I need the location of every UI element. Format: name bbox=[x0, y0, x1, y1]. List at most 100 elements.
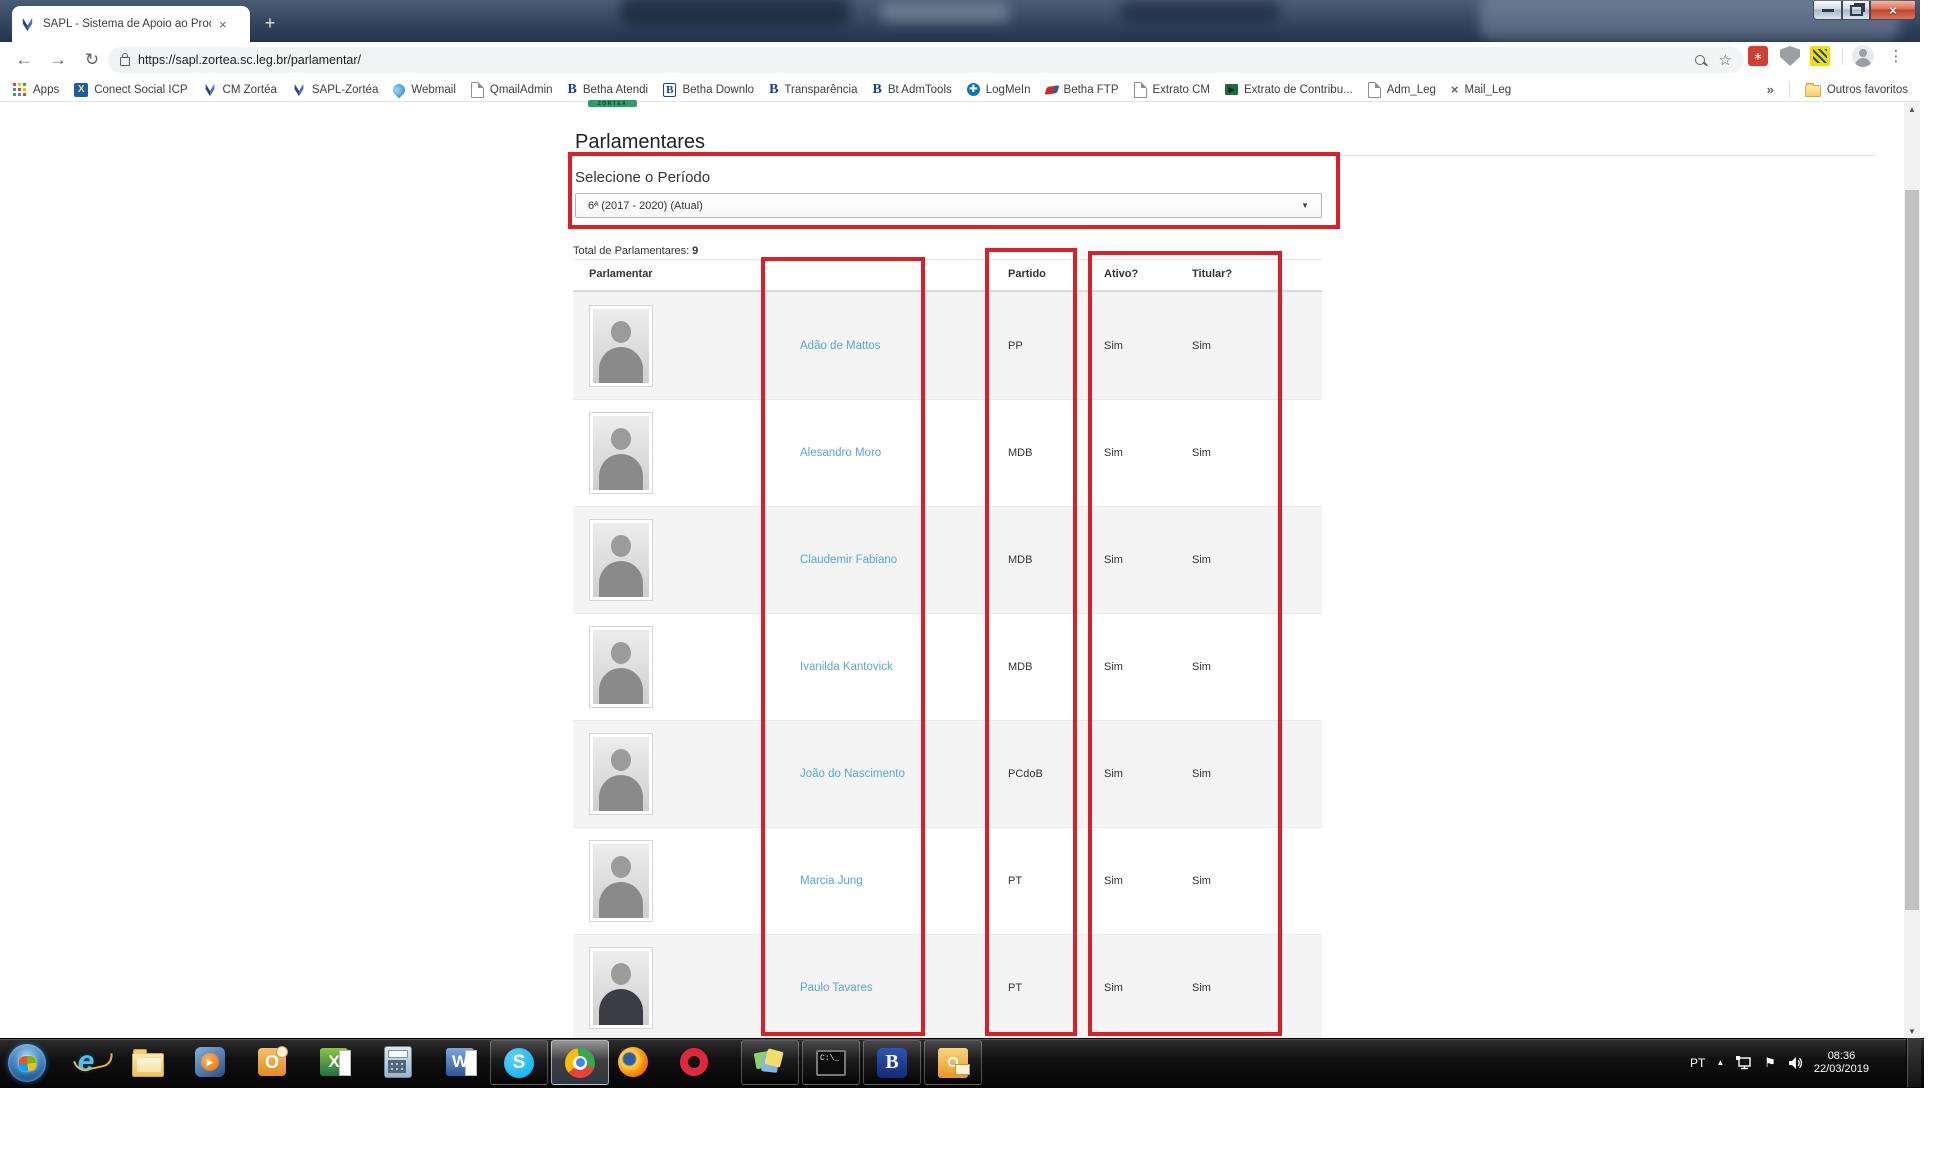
skype-button[interactable]: S bbox=[490, 1040, 548, 1085]
page-title: Parlamentares bbox=[575, 131, 705, 154]
address-bar[interactable]: https://sapl.zortea.sc.leg.br/parlamenta… bbox=[108, 47, 1744, 73]
zoom-icon[interactable] bbox=[1695, 55, 1705, 65]
new-tab-button[interactable]: + bbox=[258, 11, 282, 35]
chrome-button-active[interactable] bbox=[551, 1040, 609, 1085]
sticky-notes-icon bbox=[755, 1048, 785, 1078]
outlook-mail-button[interactable]: O bbox=[924, 1040, 982, 1085]
word-icon[interactable]: W bbox=[444, 1046, 476, 1078]
clock-date: 22/03/2019 bbox=[1814, 1063, 1869, 1075]
portrait-image bbox=[593, 951, 649, 1025]
apps-shortcut[interactable]: Apps bbox=[12, 82, 59, 97]
outlook-icon[interactable]: O bbox=[256, 1046, 288, 1078]
extension-icon-banco-do-brasil[interactable] bbox=[1810, 46, 1830, 66]
bookmark-extrato-contribu[interactable]: ▶Extrato de Contribu... bbox=[1225, 84, 1353, 96]
bookmark-extrato-cm[interactable]: Extrato CM bbox=[1134, 82, 1211, 98]
conect-social-icon: X bbox=[74, 83, 88, 97]
desktop-aero-band bbox=[0, 0, 1920, 42]
close-button[interactable]: × bbox=[1870, 1, 1916, 20]
extension-icon-red[interactable]: ∗ bbox=[1748, 46, 1768, 66]
firefox-icon[interactable] bbox=[617, 1046, 649, 1078]
bookmark-betha-ftp[interactable]: Betha FTP bbox=[1046, 84, 1119, 96]
internet-explorer-icon[interactable]: e bbox=[70, 1046, 102, 1078]
mail-leg-icon: × bbox=[1451, 82, 1459, 97]
sapl-favicon bbox=[20, 17, 35, 32]
bookmark-transparencia[interactable]: BTransparência bbox=[769, 82, 857, 98]
browser-toolbar: ← → ↻ https://sapl.zortea.sc.leg.br/parl… bbox=[0, 42, 1920, 78]
opera-icon[interactable] bbox=[678, 1046, 710, 1078]
bookmark-mail-leg[interactable]: ×Mail_Leg bbox=[1451, 82, 1511, 97]
parliamentarian-photo[interactable] bbox=[589, 947, 653, 1029]
portrait-image bbox=[593, 737, 649, 811]
tab-close-icon[interactable]: × bbox=[219, 18, 227, 31]
language-indicator[interactable]: PT bbox=[1690, 1056, 1705, 1070]
parliamentarian-photo[interactable] bbox=[589, 626, 653, 708]
betha-button[interactable]: B bbox=[863, 1040, 921, 1085]
reload-button[interactable]: ↻ bbox=[78, 46, 106, 74]
action-center-flag-icon[interactable]: ⚑ bbox=[1764, 1055, 1776, 1071]
back-button[interactable]: ← bbox=[10, 46, 38, 74]
volume-icon[interactable] bbox=[1787, 1055, 1803, 1071]
screen: × SAPL - Sistema de Apoio ao Proc × + ← … bbox=[0, 0, 1942, 1157]
background-window-blur bbox=[880, 2, 1010, 22]
bookmark-betha-downlo[interactable]: BBetha Downlo bbox=[663, 83, 754, 97]
browser-tab[interactable]: SAPL - Sistema de Apoio ao Proc × bbox=[12, 6, 250, 42]
media-player-icon[interactable]: ▶ bbox=[194, 1046, 226, 1078]
clock-time: 08:36 bbox=[1828, 1050, 1856, 1062]
minimize-button[interactable] bbox=[1813, 1, 1842, 20]
betha-ftp-icon bbox=[1044, 85, 1059, 95]
parliamentarian-photo[interactable] bbox=[589, 519, 653, 601]
bookmark-webmail[interactable]: Webmail bbox=[393, 84, 456, 96]
network-icon[interactable] bbox=[1735, 1055, 1753, 1071]
logmein-icon: ✚ bbox=[967, 83, 980, 96]
sticky-notes-button[interactable] bbox=[741, 1040, 799, 1085]
bookmark-bt-admtools[interactable]: BBt AdmTools bbox=[873, 82, 952, 98]
parliamentarian-photo[interactable] bbox=[589, 305, 653, 387]
portrait-image bbox=[593, 844, 649, 918]
annotation-box-name-column bbox=[761, 257, 925, 1036]
profile-avatar[interactable] bbox=[1852, 45, 1874, 67]
bookmark-logmein[interactable]: ✚LogMeIn bbox=[967, 83, 1031, 96]
portrait-image bbox=[593, 630, 649, 704]
bookmark-sapl-zortea[interactable]: SAPL-Zortéa bbox=[292, 83, 378, 97]
betha-icon: B bbox=[769, 82, 778, 98]
portrait-image bbox=[593, 309, 649, 383]
start-button[interactable] bbox=[8, 1044, 46, 1082]
skype-icon: S bbox=[504, 1048, 534, 1078]
excel-icon[interactable]: X bbox=[318, 1046, 350, 1078]
bookmark-cm-zortea[interactable]: CM Zortéa bbox=[203, 83, 277, 97]
cmd-icon: C:\_ bbox=[816, 1050, 846, 1076]
taskbar-clock[interactable]: 08:36 22/03/2019 bbox=[1814, 1050, 1869, 1076]
show-desktop-button[interactable] bbox=[1906, 1038, 1921, 1087]
bookmark-qmailadmin[interactable]: QmailAdmin bbox=[471, 82, 553, 98]
command-prompt-button[interactable]: C:\_ bbox=[802, 1040, 860, 1085]
bookmark-star-icon[interactable]: ☆ bbox=[1719, 53, 1732, 68]
extension-icon-shield[interactable] bbox=[1780, 46, 1800, 66]
scroll-up-icon[interactable]: ▲ bbox=[1904, 102, 1920, 116]
parliamentarian-photo[interactable] bbox=[589, 733, 653, 815]
scrollbar-thumb[interactable] bbox=[1905, 190, 1919, 910]
total-value: 9 bbox=[692, 245, 698, 257]
vertical-scrollbar[interactable]: ▲ ▼ bbox=[1904, 102, 1920, 1038]
restore-button[interactable] bbox=[1842, 1, 1870, 20]
bookmarks-overflow-chevron[interactable]: » bbox=[1767, 82, 1774, 97]
parliamentarian-photo[interactable] bbox=[589, 412, 653, 494]
calculator-icon[interactable] bbox=[382, 1046, 414, 1078]
chrome-icon bbox=[565, 1048, 595, 1078]
other-bookmarks-button[interactable]: Outros favoritos bbox=[1805, 82, 1908, 97]
bookmark-conect-social[interactable]: XConect Social ICP bbox=[74, 83, 187, 97]
restore-icon bbox=[1850, 5, 1863, 16]
parliamentarian-photo[interactable] bbox=[589, 840, 653, 922]
windows-explorer-icon[interactable] bbox=[132, 1046, 164, 1078]
annotation-box-party-column bbox=[985, 248, 1077, 1036]
bookmark-adm-leg[interactable]: Adm_Leg bbox=[1368, 82, 1436, 98]
sapl-icon bbox=[203, 83, 217, 97]
bookmarks-separator bbox=[1789, 82, 1790, 98]
bookmark-betha-atendi[interactable]: BBetha Atendi bbox=[568, 82, 649, 98]
page-icon bbox=[471, 82, 484, 98]
tray-expand-icon[interactable]: ▲ bbox=[1716, 1058, 1724, 1067]
url-text[interactable]: https://sapl.zortea.sc.leg.br/parlamenta… bbox=[138, 53, 361, 67]
forward-button[interactable]: → bbox=[44, 46, 72, 74]
menu-kebab-icon[interactable]: ⋮ bbox=[1886, 46, 1906, 66]
bookmarks-bar: Apps XConect Social ICP CM Zortéa SAPL-Z… bbox=[0, 78, 1920, 102]
scroll-down-icon[interactable]: ▼ bbox=[1904, 1024, 1920, 1038]
